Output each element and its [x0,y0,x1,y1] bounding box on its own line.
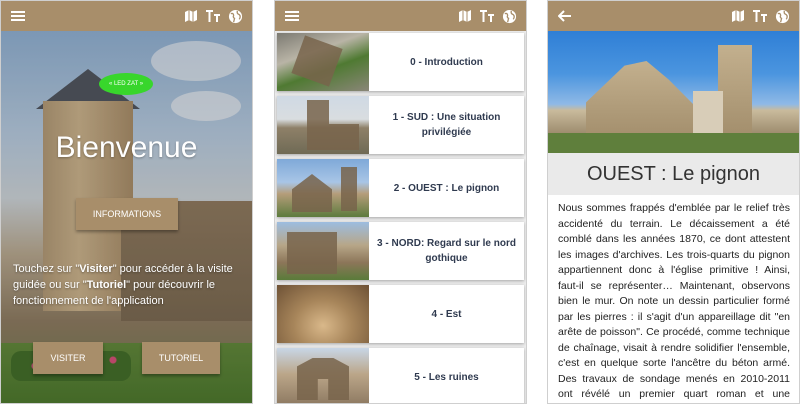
logo-badge: « LED ZAT » [99,73,153,95]
church-background-image: « LED ZAT » Bienvenue INFORMATIONS Touch… [1,31,252,403]
chapter-label: 4 - Est [431,308,462,320]
chapter-thumbnail [277,33,369,91]
chapter-label: 5 - Les ruines [414,371,479,383]
welcome-title: Bienvenue [55,131,198,164]
home-instructions: Touchez sur "Visiter" pour accéder à la … [13,263,233,307]
globe-icon[interactable] [226,7,244,25]
informations-button[interactable]: INFORMATIONS [76,198,178,230]
section-body-text: Nous sommes frappés d'emblée par le reli… [558,202,790,400]
chapters-topbar [275,1,526,31]
text-size-icon[interactable] [751,7,769,25]
menu-icon[interactable] [283,7,301,25]
chapter-list: 0 - Introduction 1 - SUD : Une situation… [275,31,526,403]
list-item[interactable]: 4 - Est [277,285,524,343]
chapter-label: 0 - Introduction [410,56,483,68]
chapter-label: 3 - NORD: Regard sur le nord gothique [377,238,516,264]
text-size-icon[interactable] [204,7,222,25]
chapter-thumbnail [277,348,369,403]
map-icon[interactable] [456,7,474,25]
detail-topbar [548,1,799,31]
chapter-thumbnail [277,285,369,343]
list-item[interactable]: 1 - SUD : Une situation privilégiée [277,96,524,154]
home-topbar [1,1,252,31]
globe-icon[interactable] [500,7,518,25]
list-item[interactable]: 0 - Introduction [277,33,524,91]
chapter-label: 2 - OUEST : Le pignon [393,182,500,194]
map-icon[interactable] [182,7,200,25]
chapter-thumbnail [277,222,369,280]
menu-icon[interactable] [9,7,27,25]
list-item[interactable]: 3 - NORD: Regard sur le nord gothique [277,222,524,280]
map-icon[interactable] [729,7,747,25]
section-hero-image [548,31,799,153]
chapter-thumbnail [277,96,369,154]
arrow-left-icon[interactable] [556,7,574,25]
section-title: OUEST : Le pignon [548,153,799,195]
visit-button[interactable]: VISITER [33,342,103,374]
home-screen: « LED ZAT » Bienvenue INFORMATIONS Touch… [0,0,253,404]
list-item[interactable]: 5 - Les ruines [277,348,524,403]
detail-screen: OUEST : Le pignon Nous sommes frappés d'… [547,0,800,404]
chapters-screen: 0 - Introduction 1 - SUD : Une situation… [274,0,527,404]
text-size-icon[interactable] [478,7,496,25]
globe-icon[interactable] [773,7,791,25]
list-item[interactable]: 2 - OUEST : Le pignon [277,159,524,217]
chapter-label: 1 - SUD : Une situation privilégiée [392,112,501,138]
tutorial-button[interactable]: TUTORIEL [142,342,220,374]
chapter-thumbnail [277,159,369,217]
